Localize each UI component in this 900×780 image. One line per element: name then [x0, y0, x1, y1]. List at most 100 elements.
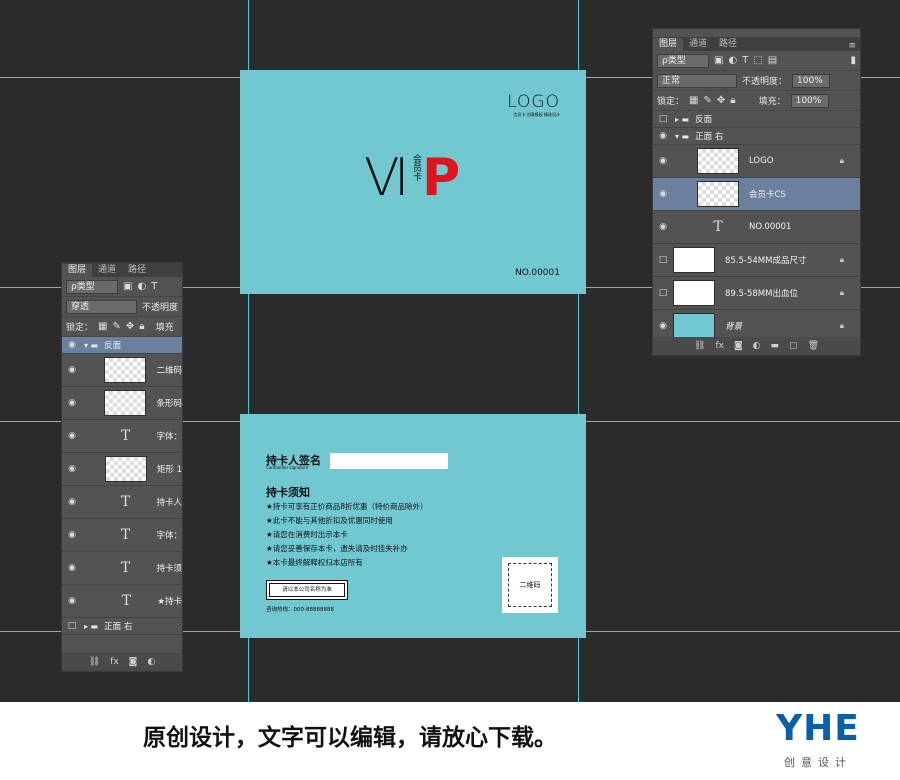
layer-row[interactable]: □ 89.5-58MM出血位 🔒︎	[653, 277, 860, 310]
folder-open-icon[interactable]: ▾ ▬	[84, 341, 98, 350]
new-layer-icon[interactable]: ▢	[789, 341, 798, 351]
tab-channels[interactable]: 通道	[92, 264, 122, 277]
layer-name: 字体：	[156, 531, 182, 541]
visibility-eye-icon[interactable]: ◉	[62, 497, 82, 507]
layer-thumbnail	[673, 313, 715, 339]
panel-tabs: 图层 通道 路径	[62, 263, 182, 277]
layer-name: 正面 右	[104, 622, 133, 632]
layer-name: 正面 右	[695, 132, 724, 142]
visibility-eye-icon[interactable]: ◉	[62, 596, 82, 606]
visibility-box-icon[interactable]: □	[653, 255, 673, 265]
layer-row[interactable]: ◉ LOGO 🔒︎	[653, 145, 860, 178]
opacity-input[interactable]: 100%	[792, 73, 831, 88]
tab-layers[interactable]: 图层	[62, 264, 93, 277]
layer-group-row[interactable]: □ ▸ ▬ 正面 右	[62, 618, 182, 635]
adjust-filter-icon[interactable]: ◐	[137, 281, 146, 292]
visibility-eye-icon[interactable]: ◉	[653, 222, 673, 232]
layer-name: 持卡人	[156, 498, 182, 508]
layer-row[interactable]: ◉ 二维码	[62, 354, 182, 387]
visibility-box-icon[interactable]: □	[653, 114, 673, 124]
visibility-eye-icon[interactable]: ◉	[62, 563, 82, 573]
layer-row[interactable]: ◉ T ★持卡	[62, 585, 182, 618]
visibility-eye-icon[interactable]: ◉	[653, 189, 673, 199]
filter-toggle-icon[interactable]: ▮	[850, 55, 856, 66]
layer-row[interactable]: ◉ 条形码	[62, 387, 182, 420]
visibility-eye-icon[interactable]: ◉	[62, 464, 82, 474]
fill-input[interactable]: 100%	[790, 93, 829, 108]
lock-pixels-icon[interactable]: ▦	[689, 95, 698, 106]
lock-brush-icon[interactable]: ✎	[703, 95, 711, 106]
panel-menu-icon[interactable]: ≡	[848, 41, 860, 51]
lock-all-icon[interactable]: 🔒︎	[730, 95, 735, 106]
visibility-eye-icon[interactable]: ◉	[62, 365, 82, 375]
folder-closed-icon[interactable]: ▸ ▬	[675, 115, 689, 124]
visibility-eye-icon[interactable]: ◉	[62, 340, 82, 350]
layer-group-row[interactable]: ◉ ▾ ▬ 正面 右	[653, 128, 860, 145]
layer-lock-icon: 🔒︎	[839, 255, 844, 264]
text-filter-icon[interactable]: T	[742, 55, 748, 66]
card-number: NO.00001	[515, 268, 560, 278]
layer-lock-icon: 🔒︎	[839, 156, 844, 165]
visibility-eye-icon[interactable]: ◉	[62, 431, 82, 441]
new-group-icon[interactable]: ▬	[771, 341, 780, 351]
layer-row[interactable]: □ 85.5-54MM成品尺寸 🔒︎	[653, 244, 860, 277]
brand-name: YHE	[776, 708, 860, 749]
design-canvas[interactable]: LOGO 会员卡 创意模板 精选设计 V I 会员卡 P NO.00001 持卡…	[0, 0, 900, 702]
blend-row: 穿透 不透明度	[62, 297, 182, 317]
layer-name: 背景	[725, 322, 743, 332]
signature-label-en: Cardholder signature	[266, 465, 309, 470]
adjust-filter-icon[interactable]: ◐	[728, 55, 737, 66]
tab-channels[interactable]: 通道	[683, 38, 713, 51]
tab-paths[interactable]: 路径	[122, 264, 152, 277]
image-filter-icon[interactable]: ▣	[123, 281, 132, 292]
layer-row[interactable]: ◉ T 字体：	[62, 519, 182, 552]
folder-open-icon[interactable]: ▾ ▬	[675, 132, 689, 141]
folder-closed-icon[interactable]: ▸ ▬	[84, 622, 98, 631]
tab-paths[interactable]: 路径	[713, 38, 743, 51]
visibility-box-icon[interactable]: □	[62, 621, 82, 631]
fx-icon[interactable]: fx	[110, 657, 119, 667]
card-back[interactable]: 持卡人签名 Cardholder signature 持卡须知 ★持卡可享有正价…	[240, 414, 586, 638]
adjustment-icon[interactable]: ◐	[753, 341, 761, 351]
lock-brush-icon[interactable]: ✎	[112, 321, 120, 332]
layer-row[interactable]: ◉ T 持卡人	[62, 486, 182, 519]
adjustment-icon[interactable]: ◐	[147, 657, 155, 667]
layers-panel-right[interactable]: 图层 通道 路径 ≡ ρ类型 ▣ ◐ T ⬚ ▤ ▮ 正常 不透明度： 100%…	[652, 28, 861, 356]
lock-move-icon[interactable]: ✥	[126, 321, 134, 332]
layer-group-row[interactable]: □ ▸ ▬ 反面	[653, 111, 860, 128]
layer-row[interactable]: ◉ T NO.00001	[653, 211, 860, 244]
mask-icon[interactable]: ◙	[734, 341, 743, 351]
visibility-eye-icon[interactable]: ◉	[653, 156, 673, 166]
layer-group-row[interactable]: ◉ ▾ ▬ 反面	[62, 337, 182, 354]
fx-icon[interactable]: fx	[715, 341, 724, 351]
link-icon[interactable]: ⛓	[89, 657, 100, 667]
lock-pixels-icon[interactable]: ▦	[98, 321, 107, 332]
blend-select[interactable]: 正常	[657, 73, 737, 88]
layers-panel-left[interactable]: 图层 通道 路径 ρ类型 ▣ ◐ T 穿透 不透明度 锁定： ▦ ✎ ✥ 🔒︎ …	[61, 262, 183, 672]
lock-all-icon[interactable]: 🔒︎	[139, 321, 144, 332]
visibility-box-icon[interactable]: □	[653, 288, 673, 298]
mask-icon[interactable]: ◙	[129, 657, 138, 667]
layer-row[interactable]: ◉ T 字体：	[62, 420, 182, 453]
layer-row[interactable]: ◉ T 持卡须	[62, 552, 182, 585]
visibility-eye-icon[interactable]: ◉	[62, 398, 82, 408]
visibility-eye-icon[interactable]: ◉	[653, 131, 673, 141]
visibility-eye-icon[interactable]: ◉	[62, 530, 82, 540]
link-icon[interactable]: ⛓	[694, 341, 705, 351]
card-front[interactable]: LOGO 会员卡 创意模板 精选设计 V I 会员卡 P NO.00001	[240, 70, 586, 294]
image-filter-icon[interactable]: ▣	[714, 55, 723, 66]
trash-icon[interactable]: 🗑︎	[808, 341, 819, 351]
tab-layers[interactable]: 图层	[653, 38, 684, 51]
shape-filter-icon[interactable]: ⬚	[753, 55, 762, 66]
text-filter-icon[interactable]: T	[151, 281, 157, 292]
lock-move-icon[interactable]: ✥	[717, 95, 725, 106]
stamp-box: 请以本公司名称为准	[266, 580, 348, 600]
filter-select[interactable]: ρ类型	[657, 53, 709, 68]
blend-select[interactable]: 穿透	[66, 299, 137, 314]
layer-row-selected[interactable]: ◉ 会员卡CS	[653, 178, 860, 211]
filter-select[interactable]: ρ类型	[66, 279, 118, 294]
layer-row[interactable]: ◉ 矩形 1	[62, 453, 182, 486]
notice-title: 持卡须知	[266, 486, 310, 499]
visibility-eye-icon[interactable]: ◉	[653, 321, 673, 331]
smart-filter-icon[interactable]: ▤	[768, 55, 777, 66]
